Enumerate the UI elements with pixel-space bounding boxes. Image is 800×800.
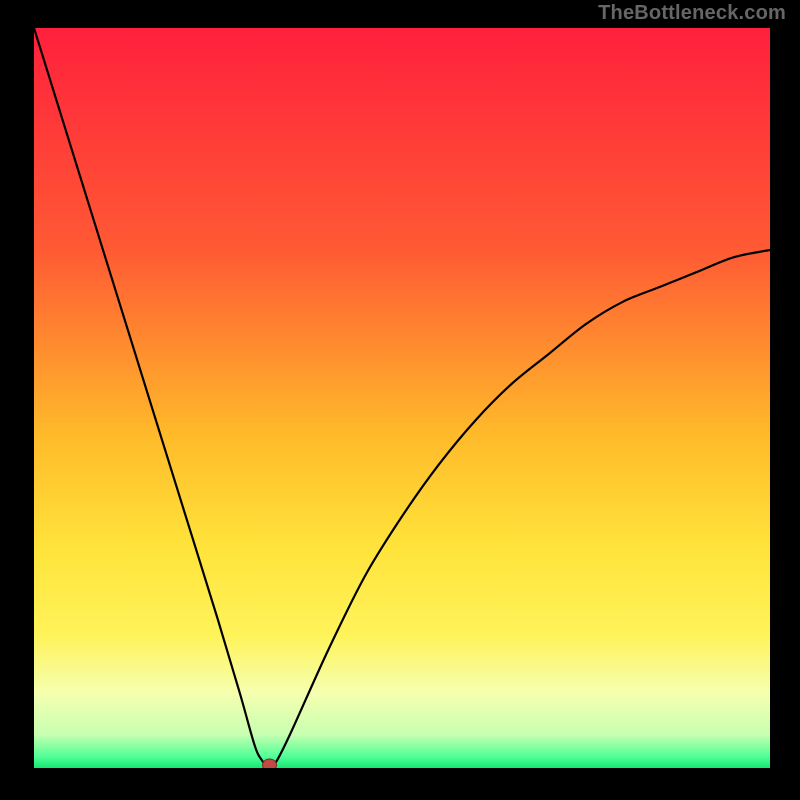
plot-area: [34, 28, 770, 768]
chart-svg: [34, 28, 770, 768]
watermark-text: TheBottleneck.com: [598, 2, 786, 25]
gradient-background: [34, 28, 770, 768]
optimal-marker: [263, 759, 277, 768]
chart-frame: TheBottleneck.com: [0, 0, 800, 800]
